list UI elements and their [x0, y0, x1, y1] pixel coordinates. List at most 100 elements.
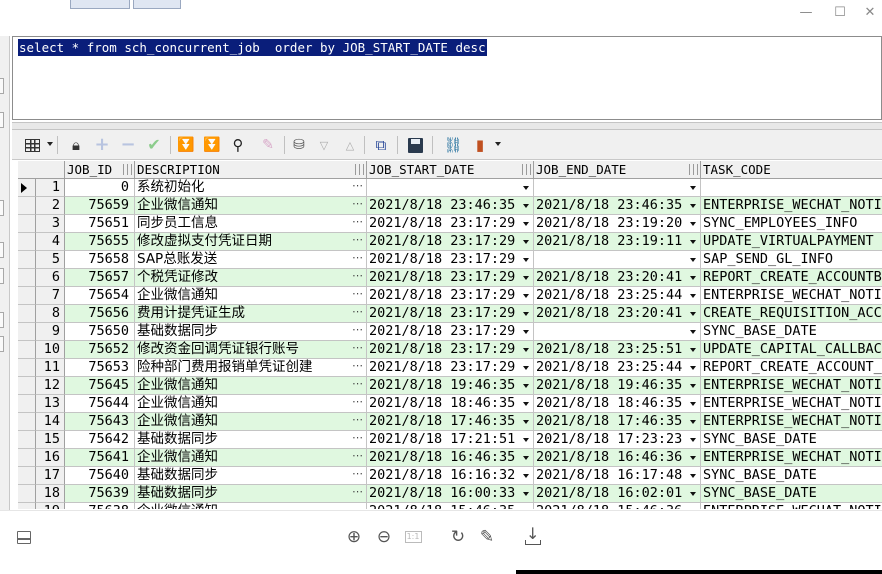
table-row[interactable]: 11 75653 险种部门费用报销单凭证创建 ⋯ 2021/8/18 23:17:29 2…	[18, 359, 882, 377]
cell-job-start-date[interactable]: 2021/8/18 23:17:29	[367, 233, 534, 251]
dock-handle[interactable]	[0, 200, 4, 216]
table-row[interactable]: 19 75638 企业微信通知 ⋯ 2021/8/18 15:46:35 2021/8/1…	[18, 503, 882, 509]
row-number[interactable]: 14	[36, 413, 65, 431]
ellipsis-icon[interactable]: ⋯	[352, 413, 363, 428]
chevron-down-icon[interactable]	[690, 474, 696, 478]
row-number[interactable]: 19	[36, 503, 65, 509]
cell-task-code[interactable]: SYNC_BASE_DATE	[701, 467, 882, 485]
row-number[interactable]: 16	[36, 449, 65, 467]
chevron-down-icon[interactable]	[523, 240, 529, 244]
cell-description[interactable]: 基础数据同步 ⋯	[135, 485, 367, 503]
row-number[interactable]: 10	[36, 341, 65, 359]
clear-icon[interactable]: ✎	[258, 135, 278, 155]
cell-description[interactable]: SAP总账发送 ⋯	[135, 251, 367, 269]
cell-job-id[interactable]: 75650	[65, 323, 135, 341]
cell-job-start-date[interactable]: 2021/8/18 15:46:35	[367, 503, 534, 509]
cell-task-code[interactable]: ENTERPRISE_WECHAT_NOTIC	[701, 413, 882, 431]
column-header-job-id[interactable]: JOB_ID	[65, 161, 135, 179]
ellipsis-icon[interactable]: ⋯	[352, 377, 363, 392]
cell-job-id[interactable]: 75651	[65, 215, 135, 233]
row-number[interactable]: 2	[36, 197, 65, 215]
row-number[interactable]: 6	[36, 269, 65, 287]
cell-job-id[interactable]: 75656	[65, 305, 135, 323]
link-icon[interactable]: ⛓	[443, 135, 463, 155]
cell-job-start-date[interactable]: 2021/8/18 19:46:35	[367, 377, 534, 395]
cell-task-code[interactable]: SYNC_BASE_DATE	[701, 485, 882, 503]
chevron-down-icon[interactable]	[690, 258, 696, 262]
cell-job-end-date[interactable]: 2021/8/18 19:46:35	[534, 377, 701, 395]
cell-task-code[interactable]: ENTERPRISE_WECHAT_NOTIC	[701, 395, 882, 413]
maximize-icon[interactable]: ☐	[832, 6, 848, 20]
cell-job-id[interactable]: 75655	[65, 233, 135, 251]
cell-job-id[interactable]: 75657	[65, 269, 135, 287]
cell-job-start-date[interactable]: 2021/8/18 23:17:29	[367, 341, 534, 359]
cell-description[interactable]: 同步员工信息 ⋯	[135, 215, 367, 233]
chevron-down-icon[interactable]	[690, 276, 696, 280]
chevron-down-icon[interactable]	[495, 142, 501, 146]
row-number[interactable]: 9	[36, 323, 65, 341]
cell-description[interactable]: 基础数据同步 ⋯	[135, 467, 367, 485]
cell-job-end-date[interactable]: 2021/8/18 16:02:01	[534, 485, 701, 503]
filter-up-icon[interactable]: △	[340, 135, 360, 155]
cell-job-id[interactable]: 75640	[65, 467, 135, 485]
chevron-down-icon[interactable]	[690, 438, 696, 442]
table-row[interactable]: 17 75640 基础数据同步 ⋯ 2021/8/18 16:16:32 2021/8/1…	[18, 467, 882, 485]
row-number[interactable]: 3	[36, 215, 65, 233]
cell-description[interactable]: 险种部门费用报销单凭证创建 ⋯	[135, 359, 367, 377]
cell-job-end-date[interactable]: 2021/8/18 15:46:36	[534, 503, 701, 509]
cell-description[interactable]: 企业微信通知 ⋯	[135, 449, 367, 467]
table-row[interactable]: 2 75659 企业微信通知 ⋯ 2021/8/18 23:46:35 2021/8/18…	[18, 197, 882, 215]
cell-job-id[interactable]: 75653	[65, 359, 135, 377]
chevron-down-icon[interactable]	[523, 384, 529, 388]
cell-job-end-date[interactable]: 2021/8/18 23:25:44	[534, 359, 701, 377]
ellipsis-icon[interactable]: ⋯	[352, 269, 363, 284]
chevron-down-icon[interactable]	[523, 276, 529, 280]
cell-description[interactable]: 修改虚拟支付凭证日期 ⋯	[135, 233, 367, 251]
post-edit-icon[interactable]: ✔	[144, 135, 164, 155]
cell-description[interactable]: 费用计提凭证生成 ⋯	[135, 305, 367, 323]
chevron-down-icon[interactable]	[690, 384, 696, 388]
sql-text[interactable]: select * from sch_concurrent_job order b…	[18, 39, 487, 56]
cell-task-code[interactable]: ENTERPRISE_WECHAT_NOTIC	[701, 449, 882, 467]
cell-job-start-date[interactable]: 2021/8/18 23:17:29	[367, 323, 534, 341]
table-row[interactable]: 1 0 系统初始化 ⋯	[18, 179, 882, 197]
cell-job-start-date[interactable]: 2021/8/18 16:00:33	[367, 485, 534, 503]
add-record-icon[interactable]: +	[92, 135, 112, 155]
query-by-example-icon[interactable]: ⛁	[289, 135, 309, 155]
chevron-down-icon[interactable]	[690, 294, 696, 298]
cell-job-end-date[interactable]	[534, 323, 701, 341]
cell-description[interactable]: 企业微信通知 ⋯	[135, 377, 367, 395]
tab-stub[interactable]	[133, 0, 181, 9]
row-number[interactable]: 7	[36, 287, 65, 305]
cell-job-end-date[interactable]: 2021/8/18 23:25:51	[534, 341, 701, 359]
close-icon[interactable]: ✕	[862, 6, 878, 20]
table-row[interactable]: 7 75654 企业微信通知 ⋯ 2021/8/18 23:17:29 2021/8/18…	[18, 287, 882, 305]
cell-job-end-date[interactable]: 2021/8/18 17:46:35	[534, 413, 701, 431]
sql-editor[interactable]: select * from sch_concurrent_job order b…	[12, 36, 882, 120]
chevron-down-icon[interactable]	[523, 330, 529, 334]
cell-job-id[interactable]: 75652	[65, 341, 135, 359]
cell-task-code[interactable]: REPORT_CREATE_ACCOUNT_	[701, 359, 882, 377]
cell-job-start-date[interactable]: 2021/8/18 23:17:29	[367, 215, 534, 233]
explain-plan-icon[interactable]: ⧉	[371, 135, 391, 155]
chevron-down-icon[interactable]	[690, 312, 696, 316]
cell-job-start-date[interactable]: 2021/8/18 23:17:29	[367, 359, 534, 377]
tab-stub[interactable]	[70, 0, 130, 9]
row-number[interactable]: 15	[36, 431, 65, 449]
cell-task-code[interactable]: SYNC_BASE_DATE	[701, 323, 882, 341]
ellipsis-icon[interactable]: ⋯	[352, 359, 363, 374]
cell-job-end-date[interactable]: 2021/8/18 18:46:35	[534, 395, 701, 413]
cell-job-start-date[interactable]: 2021/8/18 16:16:32	[367, 467, 534, 485]
chevron-down-icon[interactable]	[523, 186, 529, 190]
column-header-description[interactable]: DESCRIPTION	[135, 161, 367, 179]
ellipsis-icon[interactable]: ⋯	[352, 287, 363, 302]
cell-job-end-date[interactable]: 2021/8/18 23:20:41	[534, 269, 701, 287]
chevron-down-icon[interactable]	[523, 348, 529, 352]
cell-job-end-date[interactable]: 2021/8/18 17:23:23	[534, 431, 701, 449]
dock-handle[interactable]	[0, 78, 4, 94]
chevron-down-icon[interactable]	[523, 204, 529, 208]
chevron-down-icon[interactable]	[690, 240, 696, 244]
cell-job-end-date[interactable]: 2021/8/18 23:19:11	[534, 233, 701, 251]
table-row[interactable]: 18 75639 基础数据同步 ⋯ 2021/8/18 16:00:33 2021/8/1…	[18, 485, 882, 503]
chevron-down-icon[interactable]	[690, 186, 696, 190]
